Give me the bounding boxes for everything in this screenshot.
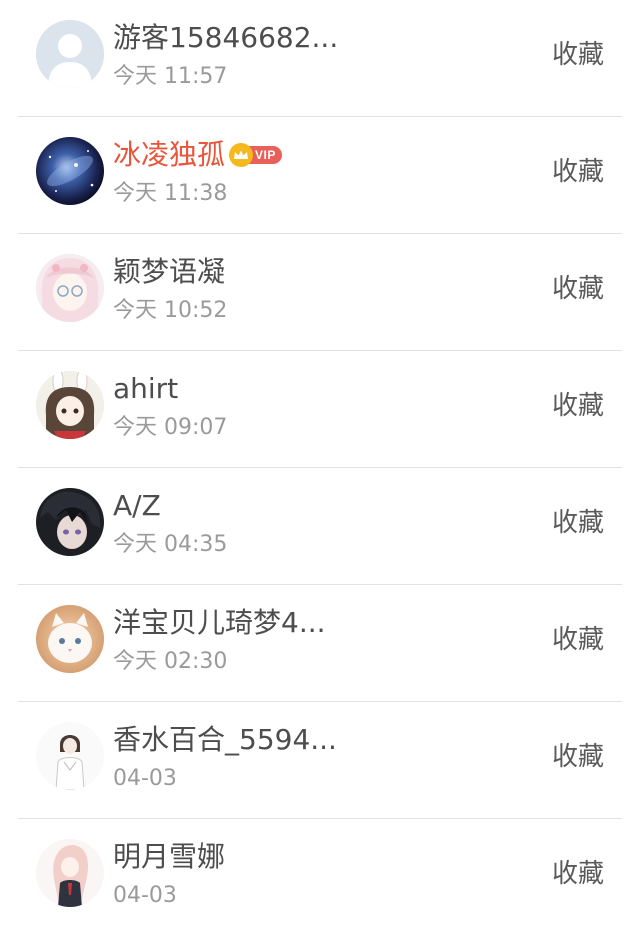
list-item[interactable]: A/Z 今天 04:35 收藏 <box>0 468 640 585</box>
collect-button[interactable]: 收藏 <box>552 38 604 72</box>
list-item[interactable]: 香水百合_5594... 04-03 收藏 <box>0 702 640 819</box>
default-avatar[interactable] <box>36 20 104 88</box>
visit-time: 今天 11:57 <box>113 64 228 89</box>
list-item[interactable]: 游客15846682... 今天 11:57 收藏 <box>0 0 640 117</box>
white-cat-avatar[interactable] <box>36 605 104 673</box>
anime-boy-avatar[interactable] <box>36 488 104 556</box>
collect-button[interactable]: 收藏 <box>552 155 604 189</box>
vip-indicator: VIP <box>229 143 282 167</box>
user-name[interactable]: 颖梦语凝 <box>113 254 225 290</box>
list-item[interactable]: 洋宝贝儿琦梦4... 今天 02:30 收藏 <box>0 585 640 702</box>
visit-time: 今天 04:35 <box>113 532 228 557</box>
visit-time: 04-03 <box>113 883 177 908</box>
collect-button[interactable]: 收藏 <box>552 740 604 774</box>
bunny-girl-avatar[interactable] <box>36 371 104 439</box>
list-item[interactable]: 冰凌独孤 VIP 今天 11:38 收藏 <box>0 117 640 234</box>
visit-time: 今天 09:07 <box>113 415 228 440</box>
user-name[interactable]: A/Z <box>113 488 161 524</box>
collect-button[interactable]: 收藏 <box>552 389 604 423</box>
user-name[interactable]: ahirt <box>113 371 178 407</box>
user-name[interactable]: 冰凌独孤 <box>113 137 225 173</box>
user-name[interactable]: 洋宝贝儿琦梦4... <box>113 605 326 641</box>
visitor-list: 游客15846682... 今天 11:57 收藏 冰凌独孤 VIP 今天 11… <box>0 0 640 926</box>
crown-icon <box>229 143 254 167</box>
list-item[interactable]: ahirt 今天 09:07 收藏 <box>0 351 640 468</box>
collect-button[interactable]: 收藏 <box>552 623 604 657</box>
list-item[interactable]: 明月雪娜 04-03 收藏 <box>0 819 640 926</box>
pink-hair-girl-avatar[interactable] <box>36 839 104 907</box>
visit-time: 今天 02:30 <box>113 649 228 674</box>
user-name[interactable]: 香水百合_5594... <box>113 722 337 758</box>
user-name[interactable]: 游客15846682... <box>113 20 338 56</box>
collect-button[interactable]: 收藏 <box>552 857 604 891</box>
collect-button[interactable]: 收藏 <box>552 506 604 540</box>
visit-time: 04-03 <box>113 766 177 791</box>
visit-time: 今天 10:52 <box>113 298 228 323</box>
user-name[interactable]: 明月雪娜 <box>113 839 225 875</box>
collect-button[interactable]: 收藏 <box>552 272 604 306</box>
galaxy-avatar[interactable] <box>36 137 104 205</box>
user-name-row[interactable]: 冰凌独孤 VIP <box>113 137 282 173</box>
visit-time: 今天 11:38 <box>113 181 228 206</box>
list-item[interactable]: 颖梦语凝 今天 10:52 收藏 <box>0 234 640 351</box>
anime-girl-glasses-avatar[interactable] <box>36 254 104 322</box>
sketch-girl-avatar[interactable] <box>36 722 104 790</box>
